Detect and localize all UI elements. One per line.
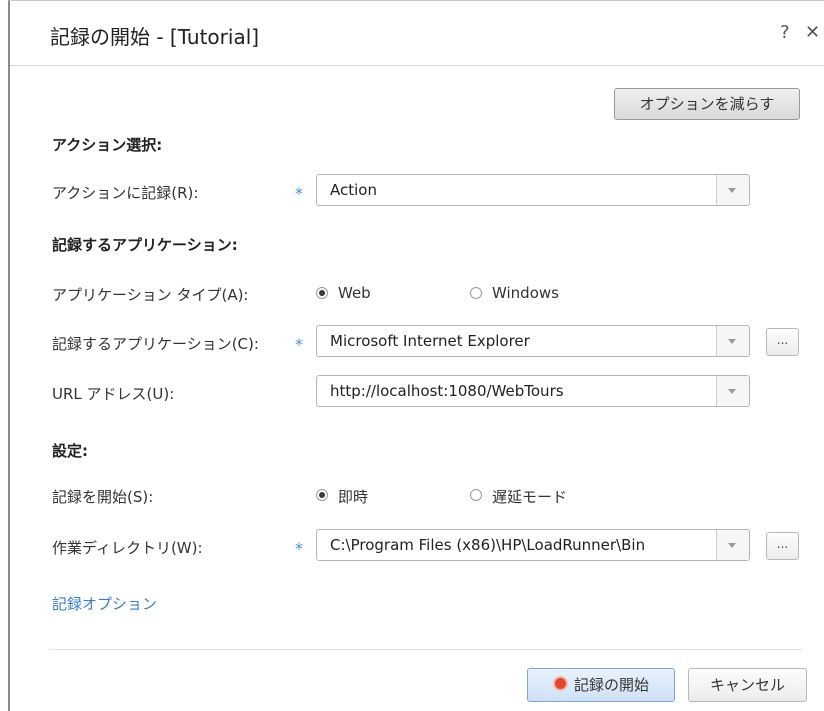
dialog-title: 記録の開始 - [Tutorial] xyxy=(50,25,260,49)
radio-web-label: Web xyxy=(338,284,371,302)
section-recording-application: 記録するアプリケーション: xyxy=(52,236,238,254)
url-address-value: http://localhost:1080/WebTours xyxy=(330,382,564,400)
dialog-title-bar[interactable]: 記録の開始 - [Tutorial] ? ✕ xyxy=(10,1,824,66)
close-icon[interactable]: ✕ xyxy=(805,22,820,43)
url-address-combo[interactable]: http://localhost:1080/WebTours xyxy=(316,375,750,407)
application-to-record-value: Microsoft Internet Explorer xyxy=(330,332,530,350)
radio-selected-icon xyxy=(316,489,328,501)
start-recording-button-label: 記録の開始 xyxy=(573,676,649,694)
working-directory-value: C:\Program Files (x86)\HP\LoadRunner\Bin xyxy=(330,536,646,554)
fewer-options-button[interactable]: オプションを減らす xyxy=(614,88,800,120)
radio-selected-icon xyxy=(316,287,328,299)
record-icon xyxy=(552,676,568,691)
start-recording-dialog: 記録の開始 - [Tutorial] ? ✕ オプションを減らす アクション選択… xyxy=(8,0,824,711)
radio-unselected-icon xyxy=(470,287,482,299)
radio-delayed-mode-label: 遅延モード xyxy=(492,488,568,506)
radio-unselected-icon xyxy=(470,489,482,501)
radio-windows-label: Windows xyxy=(492,284,559,302)
application-type-label: アプリケーション タイプ(A): xyxy=(52,286,249,304)
record-into-action-combo[interactable]: Action xyxy=(316,174,750,206)
recording-options-link[interactable]: 記録オプション xyxy=(52,593,157,614)
record-into-action-label: アクションに記録(R): xyxy=(52,184,199,202)
record-into-action-value: Action xyxy=(330,181,377,199)
working-directory-label: 作業ディレクトリ(W): xyxy=(52,539,203,557)
cancel-button[interactable]: キャンセル xyxy=(688,668,807,702)
start-recording-button[interactable]: 記録の開始 xyxy=(527,668,675,702)
application-to-record-combo[interactable]: Microsoft Internet Explorer xyxy=(316,325,750,357)
browse-application-button[interactable]: ... xyxy=(766,328,799,356)
radio-immediate-label: 即時 xyxy=(338,488,369,506)
required-marker: * xyxy=(295,539,303,558)
section-action-selection: アクション選択: xyxy=(52,136,163,154)
chevron-down-icon[interactable] xyxy=(716,175,749,205)
chevron-down-icon[interactable] xyxy=(716,376,749,406)
application-to-record-label: 記録するアプリケーション(C): xyxy=(52,335,259,353)
working-directory-combo[interactable]: C:\Program Files (x86)\HP\LoadRunner\Bin xyxy=(316,529,750,561)
start-recording-label: 記録を開始(S): xyxy=(52,488,154,506)
chevron-down-icon[interactable] xyxy=(716,326,749,356)
browse-directory-button[interactable]: ... xyxy=(766,532,799,560)
help-icon[interactable]: ? xyxy=(780,22,790,43)
section-settings: 設定: xyxy=(52,442,88,460)
chevron-down-icon[interactable] xyxy=(716,530,749,560)
required-marker: * xyxy=(295,184,303,203)
url-address-label: URL アドレス(U): xyxy=(52,385,175,403)
required-marker: * xyxy=(295,335,303,354)
footer-divider xyxy=(50,649,802,650)
